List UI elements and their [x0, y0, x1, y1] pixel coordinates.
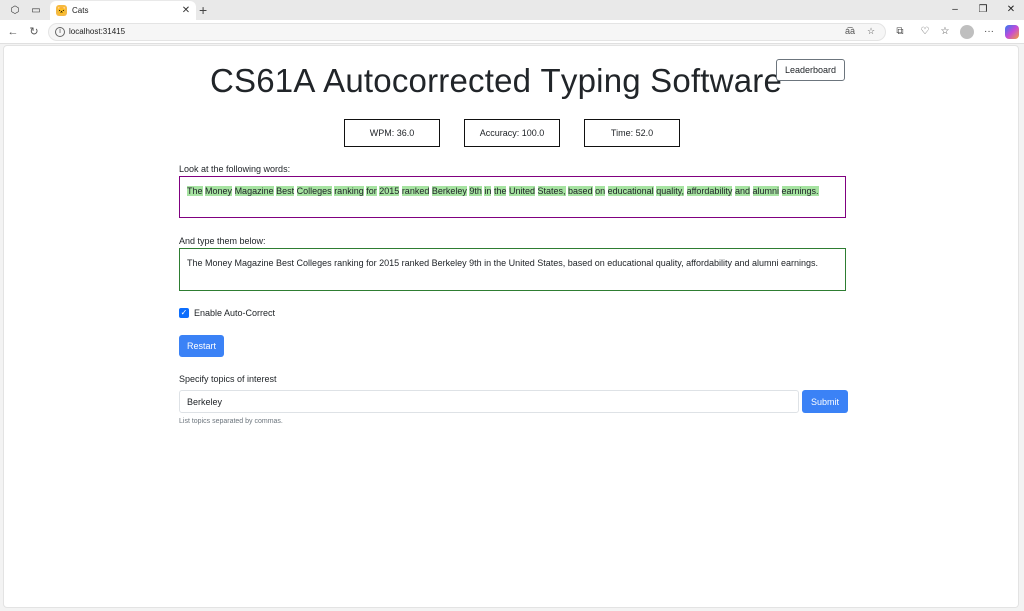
- prompt-word: The: [187, 186, 203, 196]
- checkmark-icon: ✓: [180, 308, 188, 317]
- prompt-word: Money: [205, 186, 233, 196]
- prompt-word: Best: [276, 186, 295, 196]
- back-icon[interactable]: ←: [6, 25, 20, 39]
- topics-help-text: List topics separated by commas.: [179, 418, 283, 425]
- url-text: localhost:31415: [69, 27, 126, 36]
- prompt-label: Look at the following words:: [179, 164, 291, 174]
- title-part: Autocorrected: [323, 62, 541, 99]
- title-part: Software: [650, 62, 783, 99]
- read-aloud-icon[interactable]: a͡a: [845, 26, 855, 36]
- tab-title: Cats: [72, 6, 89, 15]
- prompt-word: Berkeley: [431, 186, 467, 196]
- leaderboard-button[interactable]: Leaderboard: [776, 59, 845, 81]
- address-bar[interactable]: i localhost:31415 a͡a ☆: [48, 23, 886, 41]
- typing-input[interactable]: The Money Magazine Best Colleges ranking…: [179, 248, 846, 291]
- favorites-icon[interactable]: ☆: [938, 25, 952, 39]
- prompt-word: for: [366, 186, 377, 196]
- title-part: CS61A: [210, 62, 324, 99]
- prompt-word: educational: [607, 186, 654, 196]
- submit-button[interactable]: Submit: [802, 390, 848, 413]
- prompt-word: 2015: [379, 186, 400, 196]
- prompt-word: in: [484, 186, 492, 196]
- browser-tab[interactable]: 🐱 Cats ✕: [50, 1, 196, 20]
- prompt-word: United: [508, 186, 535, 196]
- autocorrect-checkbox[interactable]: ✓: [179, 308, 189, 318]
- typing-label: And type them below:: [179, 236, 266, 246]
- restart-button[interactable]: Restart: [179, 335, 224, 357]
- tab-actions-icon[interactable]: ▭: [29, 3, 43, 17]
- wpm-stat: WPM: 36.0: [344, 119, 440, 147]
- time-stat: Time: 52.0: [584, 119, 680, 147]
- accuracy-stat: Accuracy: 100.0: [464, 119, 560, 147]
- close-tab-icon[interactable]: ✕: [179, 5, 193, 16]
- browser-tab-bar: ⬡ ▭ 🐱 Cats ✕ + – ❐ ✕: [0, 0, 1024, 20]
- prompt-word: Colleges: [296, 186, 332, 196]
- autocorrect-label[interactable]: Enable Auto-Correct: [194, 308, 275, 318]
- prompt-word: earnings.: [781, 186, 819, 196]
- more-menu-icon[interactable]: ···: [982, 25, 996, 39]
- prompt-word: quality,: [656, 186, 685, 196]
- address-row: ← ↻ i localhost:31415 a͡a ☆ ⧉ ♡ ☆ ···: [0, 20, 1024, 44]
- restore-icon[interactable]: ❐: [975, 2, 991, 18]
- profile-avatar[interactable]: [960, 25, 974, 39]
- prompt-word: ranked: [401, 186, 430, 196]
- cat-favicon-icon: 🐱: [56, 5, 67, 16]
- prompt-word: on: [595, 186, 606, 196]
- topics-label: Specify topics of interest: [179, 374, 277, 384]
- new-tab-icon[interactable]: +: [199, 2, 207, 18]
- close-window-icon[interactable]: ✕: [1003, 2, 1019, 18]
- prompt-word: ranking: [334, 186, 364, 196]
- minimize-icon[interactable]: –: [947, 2, 963, 18]
- prompt-word: the: [493, 186, 507, 196]
- prompt-word: affordability: [686, 186, 733, 196]
- site-info-icon[interactable]: i: [55, 27, 65, 37]
- title-part: Typing: [540, 62, 651, 99]
- browser-essentials-icon[interactable]: ♡: [918, 25, 932, 39]
- favorite-star-icon[interactable]: ☆: [867, 26, 875, 37]
- copilot-icon[interactable]: [1005, 25, 1019, 39]
- reload-icon[interactable]: ↻: [27, 25, 41, 39]
- prompt-text-box: The Money Magazine Best Colleges ranking…: [179, 176, 846, 218]
- prompt-word: 9th: [469, 186, 482, 196]
- page-title: CS61A Autocorrected Typing Software: [210, 62, 782, 100]
- prompt-word: and: [734, 186, 750, 196]
- prompt-word: Magazine: [234, 186, 274, 196]
- extensions-icon[interactable]: ⧉: [893, 25, 907, 39]
- prompt-word: States,: [537, 186, 566, 196]
- topics-input[interactable]: [179, 390, 799, 413]
- workspaces-icon[interactable]: ⬡: [8, 3, 22, 17]
- prompt-word: based: [568, 186, 593, 196]
- prompt-word: alumni: [752, 186, 780, 196]
